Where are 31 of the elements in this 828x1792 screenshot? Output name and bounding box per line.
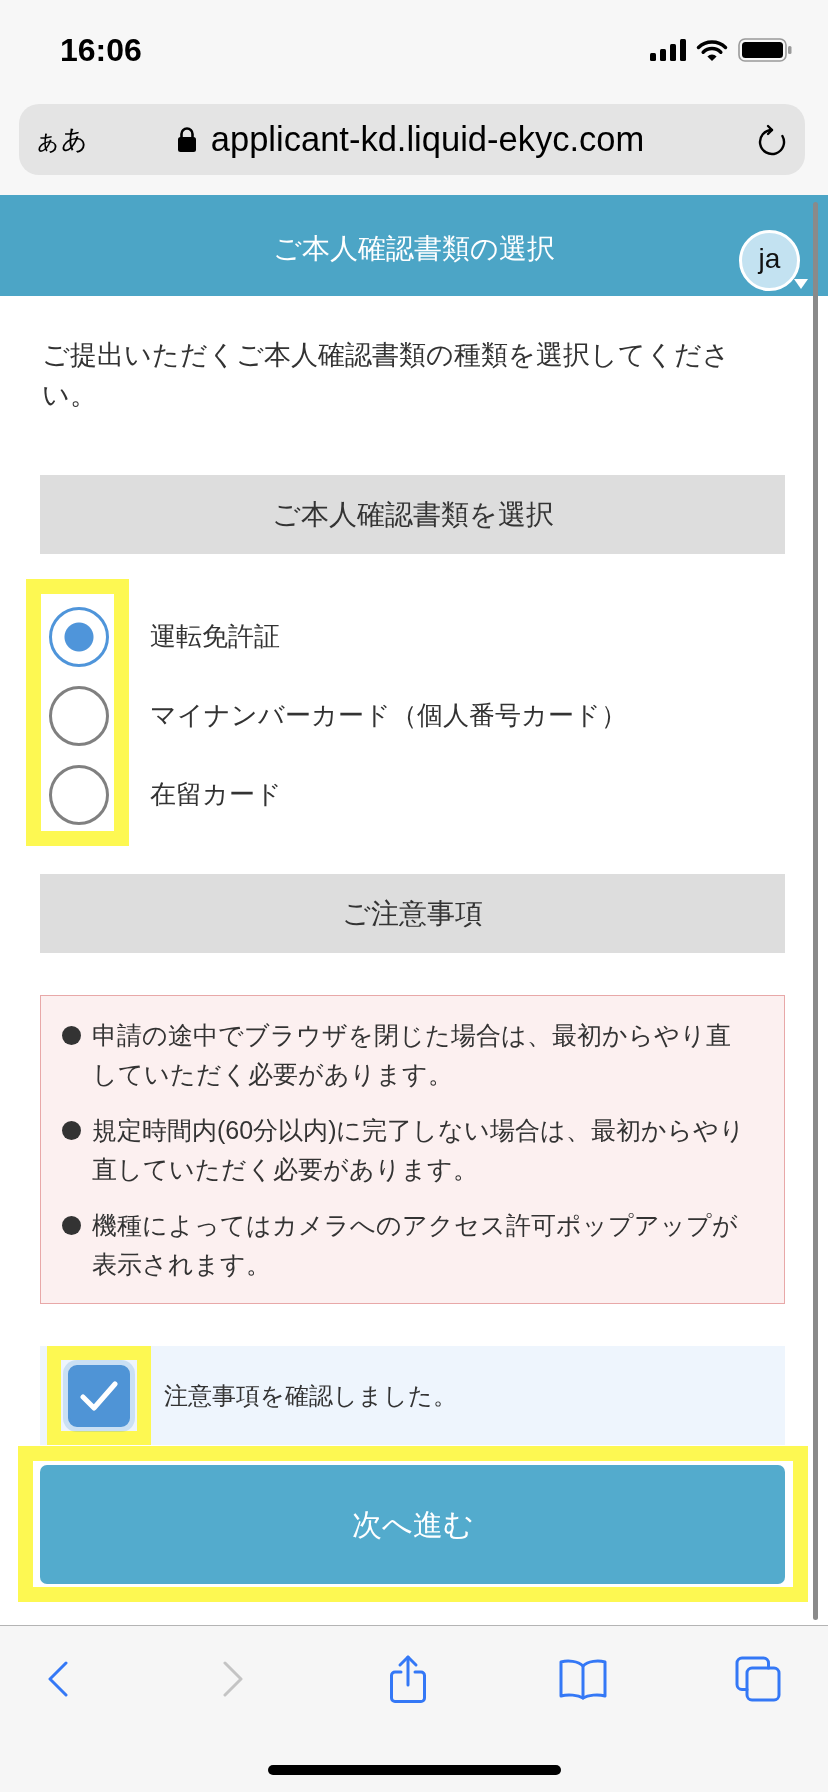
checkbox-label[interactable]: 注意事項を確認しました。 xyxy=(164,1379,457,1412)
notice-text: 機種によってはカメラへのアクセス許可ポップアップが表示されます。 xyxy=(92,1210,739,1280)
chevron-left-icon[interactable] xyxy=(48,1661,68,1697)
language-button[interactable]: ja xyxy=(739,230,800,291)
share-icon[interactable] xyxy=(389,1654,427,1704)
page-title: ご本人確認書類の選択 xyxy=(273,232,555,267)
checkbox[interactable] xyxy=(68,1364,130,1427)
book-icon[interactable] xyxy=(558,1658,608,1700)
bullet-icon xyxy=(62,1121,81,1140)
notice-text: 規定時間内(60分以内)に完了しない場合は、最初からやり直していただく必要があります。 xyxy=(92,1115,746,1185)
option-label[interactable]: 運転免許証 xyxy=(150,619,280,654)
battery-icon xyxy=(738,38,792,62)
bullet-icon xyxy=(62,1026,81,1045)
option-label[interactable]: マイナンバーカード（個人番号カード） xyxy=(150,698,627,733)
stacked-squares-icon[interactable] xyxy=(735,1656,781,1702)
address-bar[interactable]: ぁあ applicant-kd.liquid-ekyc.com xyxy=(19,104,805,175)
bullet-icon xyxy=(62,1216,81,1235)
lock-icon xyxy=(176,126,197,153)
url-text: applicant-kd.liquid-ekyc.com xyxy=(210,118,645,160)
notice-text: 申請の途中でブラウザを閉じた場合は、最初からやり直していただく必要があります。 xyxy=(92,1020,732,1090)
signal-icon xyxy=(650,39,686,61)
section-heading: ご本人確認書類を選択 xyxy=(40,475,785,554)
caret-icon xyxy=(794,279,808,289)
reload-icon[interactable] xyxy=(757,123,787,156)
wifi-icon xyxy=(696,38,728,62)
text-size-button[interactable]: ぁあ xyxy=(34,123,88,156)
instruction-text: ご提出いただくご本人確認書類の種類を選択してください。 xyxy=(42,339,731,412)
option-label[interactable]: 在留カード xyxy=(150,777,282,812)
checkmark-icon xyxy=(80,1379,118,1412)
status-time: 16:06 xyxy=(60,34,142,66)
section-heading: ご注意事項 xyxy=(40,874,785,953)
